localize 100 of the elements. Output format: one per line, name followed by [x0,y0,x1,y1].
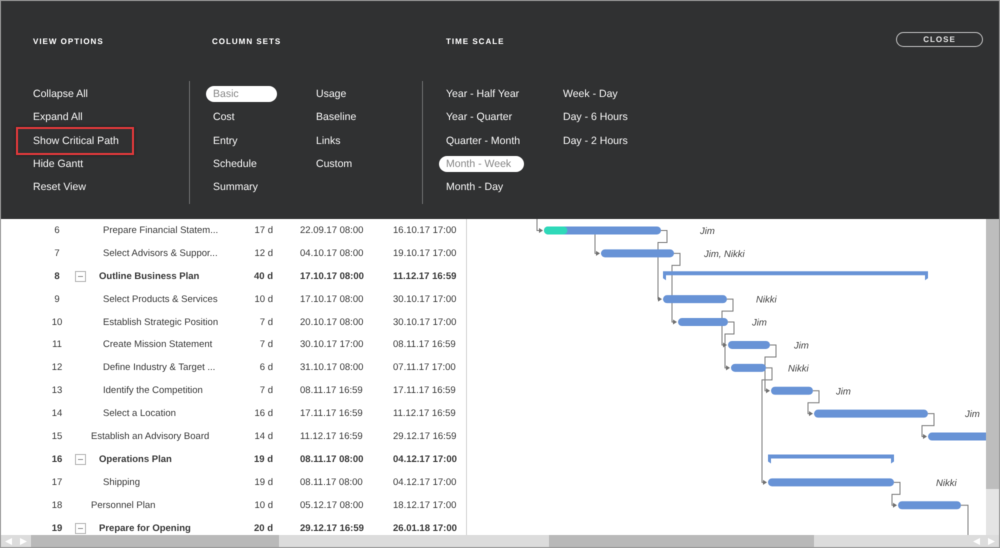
finish-date: 17.11.17 16:59 [393,385,457,396]
task-duration: 7 d [260,316,273,328]
task-number: 18 [50,500,62,511]
menu-item[interactable]: Custom [309,156,360,172]
finish-date: 26.01.18 17:00 [393,522,458,534]
finish-date: 11.12.17 16:59 [393,270,458,282]
task-duration: 19 d [254,454,273,465]
menu-item[interactable]: Month - Day [439,179,510,196]
task-name: Select Advisors & Suppor... [102,248,219,259]
menu-item[interactable]: Show Critical Path [16,126,134,155]
task-name: Establish an Advisory Board [91,430,210,442]
start-date: 17.11.17 16:59 [299,408,364,420]
start-date: 31.10.17 08:00 [299,362,364,374]
finish-date: 04.12.17 17:00 [393,454,458,465]
collapse-icon[interactable] [75,270,86,282]
gantt-bar[interactable] [663,295,727,304]
resource-label: Jim [794,340,809,352]
start-date: 29.12.17 16:59 [299,522,365,534]
finish-date: 07.11.17 17:00 [393,362,457,374]
menu-item[interactable]: Links [309,132,348,149]
task-number: 15 [50,430,62,442]
task-name: Create Mission Statement [102,339,214,350]
task-number: 10 [50,316,62,328]
menu-item[interactable]: Schedule [206,156,264,172]
task-number: 8 [53,270,60,282]
resource-label: Nikki [756,294,777,306]
task-number: 9 [53,294,60,305]
task-name: Personnel Plan [91,500,156,511]
task-number: 13 [50,385,62,396]
gantt-bar[interactable] [814,410,928,418]
resource-label: Jim [965,409,980,420]
task-duration: 7 d [260,385,273,396]
resource-label: Jim [752,318,767,329]
gantt-bar[interactable] [731,364,766,372]
start-date: 17.10.17 08:00 [299,270,365,282]
menu-item[interactable]: Baseline [309,109,364,126]
start-date: 05.12.17 08:00 [299,500,364,511]
task-name: Define Industry & Target ... [102,362,216,374]
summary-bar[interactable] [768,454,894,464]
finish-date: 29.12.17 16:59 [393,430,458,442]
scrollbar-thumb[interactable] [549,535,814,547]
gantt-bar[interactable] [601,249,674,258]
start-date: 17.10.17 08:00 [299,294,364,305]
task-name: Select Products & Services [102,294,219,305]
finish-date: 11.12.17 16:59 [393,408,457,420]
start-date: 11.12.17 16:59 [299,430,364,442]
task-duration: 40 d [254,270,273,282]
task-duration: 10 d [254,294,273,305]
section-heading: TIME SCALE [445,37,504,48]
finish-date: 04.12.17 17:00 [393,476,458,488]
finish-date: 16.10.17 17:00 [393,224,458,236]
menu-item[interactable]: Entry [206,132,245,149]
task-duration: 17 d [254,224,273,236]
gantt-bar[interactable] [771,386,813,395]
task-name: Establish Strategic Position [102,316,220,328]
menu-item[interactable]: Cost [206,109,242,126]
menu-item[interactable]: Day - 6 Hours [556,109,635,126]
task-duration: 16 d [254,408,273,420]
finish-date: 19.10.17 17:00 [393,248,458,259]
menu-item[interactable]: Usage [309,86,354,102]
task-number: 6 [53,224,60,236]
gantt-bar[interactable] [928,432,986,441]
task-name: Prepare Financial Statem... [102,224,220,236]
start-date: 20.10.17 08:00 [299,316,364,328]
close-button[interactable]: CLOSE [896,32,983,47]
section-heading: COLUMN SETS [211,37,282,48]
scrollbar-thumb[interactable] [31,535,279,547]
collapse-icon[interactable] [75,522,86,534]
gantt-bar[interactable] [678,318,728,326]
gantt-bar[interactable] [768,478,894,486]
gantt-bar[interactable] [728,340,770,349]
task-number: 17 [50,476,62,488]
finish-date: 18.12.17 17:00 [393,500,458,511]
menu-item[interactable]: Day - 2 Hours [556,132,635,149]
resource-label: Jim, Nikki [704,248,745,260]
task-duration: 7 d [260,339,273,350]
gantt-bar[interactable] [898,501,961,510]
start-date: 22.09.17 08:00 [299,224,364,236]
menu-item[interactable]: Year - Half Year [439,86,526,102]
task-name: Operations Plan [98,454,173,465]
collapse-icon[interactable] [75,454,86,465]
task-name: Outline Business Plan [98,270,200,282]
resource-label: Nikki [936,478,957,489]
resource-label: Jim [700,226,715,237]
task-name: Shipping [102,476,141,488]
summary-bar[interactable] [663,271,928,280]
menu-item[interactable]: Quarter - Month [439,132,528,149]
menu-item[interactable]: Year - Quarter [439,109,520,126]
resource-label: Jim [836,386,851,398]
task-name: Identify the Competition [102,385,204,396]
task-number: 12 [50,362,62,374]
task-number: 16 [50,454,62,465]
menu-item[interactable]: Week - Day [556,86,625,102]
start-date: 04.10.17 08:00 [299,248,364,259]
task-duration: 14 d [254,430,273,442]
task-number: 11 [51,339,62,350]
menu-item[interactable]: Summary [206,179,265,196]
start-date: 08.11.17 16:59 [299,385,364,396]
start-date: 30.10.17 17:00 [299,339,364,350]
finish-date: 08.11.17 16:59 [393,339,457,350]
